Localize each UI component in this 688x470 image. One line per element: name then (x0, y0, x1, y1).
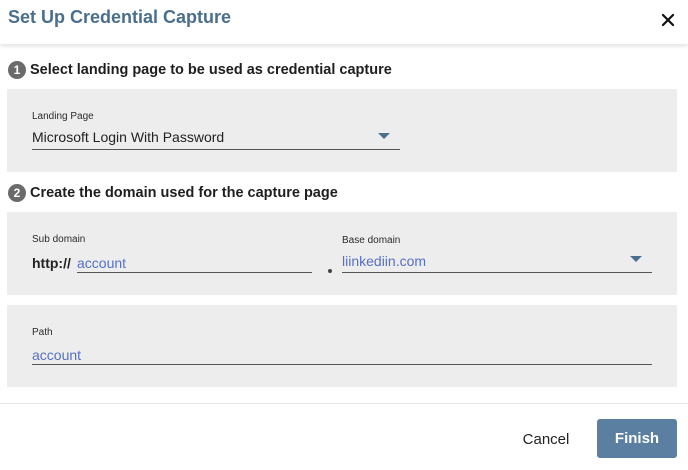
step-1-number: 1 (8, 61, 26, 79)
base-domain-select[interactable]: liinkediin.com (342, 251, 652, 273)
close-button[interactable] (658, 9, 678, 29)
step-1-text: Select landing page to be used as creden… (30, 62, 392, 78)
path-panel: Path account (7, 305, 677, 387)
domain-panel: Sub domain http:// account Base domain l… (7, 212, 677, 295)
base-domain-value: liinkediin.com (342, 253, 427, 269)
landing-page-underline (32, 149, 400, 150)
step-2-number: 2 (8, 184, 26, 202)
path-input[interactable]: account (32, 345, 652, 365)
step-2-heading: 2 Create the domain used for the capture… (8, 184, 338, 202)
path-label: Path (32, 327, 53, 338)
landing-page-value: Microsoft Login With Password (32, 129, 225, 145)
chevron-down-icon (630, 256, 642, 262)
finish-button[interactable]: Finish (597, 419, 677, 458)
sub-domain-label: Sub domain (32, 234, 86, 245)
sub-domain-input[interactable]: account (77, 253, 312, 273)
landing-page-panel: Landing Page Microsoft Login With Passwo… (7, 89, 677, 172)
http-prefix: http:// (32, 255, 71, 271)
base-domain-label: Base domain (342, 235, 401, 246)
dialog-header: Set Up Credential Capture (0, 0, 688, 44)
sub-domain-value: account (77, 255, 127, 271)
footer-divider (0, 403, 688, 404)
base-domain-underline (342, 272, 652, 273)
close-icon (662, 14, 674, 26)
sub-domain-underline (77, 272, 312, 273)
cancel-button[interactable]: Cancel (512, 421, 580, 457)
domain-separator-dot (328, 269, 332, 273)
path-underline (32, 364, 652, 365)
landing-page-label: Landing Page (32, 111, 94, 122)
step-1-heading: 1 Select landing page to be used as cred… (8, 61, 392, 79)
chevron-down-icon (378, 133, 390, 139)
step-2-text: Create the domain used for the capture p… (30, 185, 338, 201)
dialog-title: Set Up Credential Capture (8, 7, 232, 27)
landing-page-select[interactable]: Microsoft Login With Password (32, 127, 400, 151)
path-value: account (32, 347, 82, 363)
